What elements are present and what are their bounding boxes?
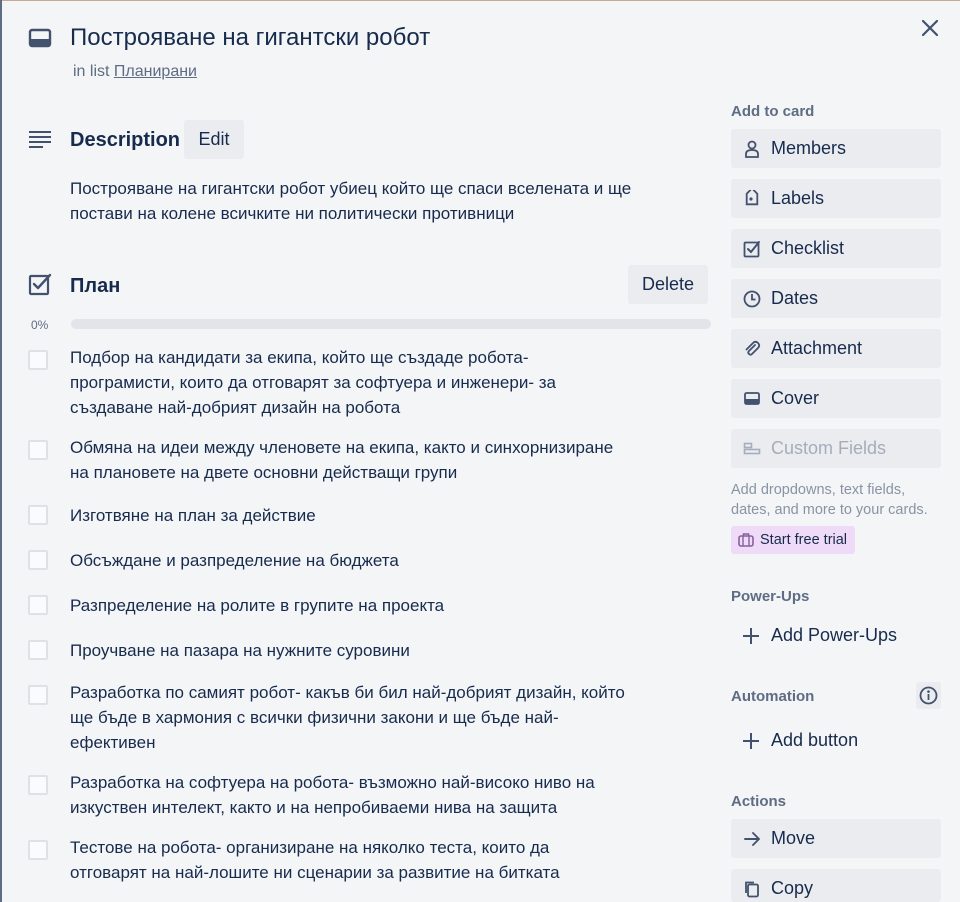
checklist-item-checkbox[interactable] [28,440,48,460]
checklist-button[interactable]: Checklist [731,229,941,268]
checklist-item[interactable]: Разработка по самият робот- какъв би бил… [70,680,630,755]
copy-label: Copy [771,878,814,898]
dates-button[interactable]: Dates [731,279,941,318]
custom-fields-icon [743,440,761,458]
checklist-item-checkbox[interactable] [28,550,48,570]
plus-icon [741,731,761,751]
checklist-item-checkbox[interactable] [28,595,48,615]
plus-icon [741,626,761,646]
add-button-label: Add button [771,730,859,750]
in-list-line: in list Планирани [73,63,197,81]
window-top-border [0,0,960,1]
description-title: Description [70,129,181,151]
add-powerups-label: Add Power-Ups [771,625,898,645]
checklist-item[interactable]: Тестове на робота- организиране на някол… [70,835,630,885]
start-free-trial-label: Start free trial [760,532,848,548]
checklist-item[interactable]: Подбор на кандидати за екипа, който ще с… [70,345,630,420]
labels-button[interactable]: Labels [731,179,941,218]
close-icon [914,12,946,44]
custom-fields-label: Custom Fields [771,438,887,458]
powerups-label: Power-Ups [731,588,810,605]
custom-fields-hint: Add dropdowns, text fields, dates, and m… [731,482,928,518]
checklist-label: Checklist [771,238,845,258]
cover-button[interactable]: Cover [731,379,941,418]
checklist-item-checkbox[interactable] [28,350,48,370]
card-icon [28,28,52,50]
clock-icon [743,290,761,308]
cover-label: Cover [771,388,820,408]
close-button[interactable] [914,12,946,44]
actions-label: Actions [731,793,787,810]
arrow-right-icon [743,830,761,848]
automation-info-button[interactable] [916,682,941,709]
checklist-item[interactable]: Обмяна на идеи между членовете на екипа,… [70,435,630,485]
copy-button[interactable]: Copy [731,869,941,902]
description-icon [28,130,52,150]
edit-description-button[interactable]: Edit [184,120,244,159]
members-button[interactable]: Members [731,129,941,168]
move-button[interactable]: Move [731,819,941,858]
window-left-border [0,0,2,902]
description-text[interactable]: Построяване на гигантски робот убиец кой… [70,176,670,226]
paperclip-icon [743,340,761,358]
checklist-item[interactable]: Разпределение на ролите в групите на про… [70,593,630,618]
checkbox-icon [743,240,761,258]
members-label: Members [771,138,847,158]
checklist-item[interactable]: Разработка на софтуера на робота- възмож… [70,770,630,820]
custom-fields-button[interactable]: Custom Fields [731,429,941,468]
dates-label: Dates [771,288,819,308]
copy-icon [743,880,761,898]
checklist-item[interactable]: Проучване на пазара на нужните суровини [70,638,630,663]
checklist-item-checkbox[interactable] [28,840,48,860]
cover-icon [743,390,761,408]
in-list-prefix: in list [73,63,110,80]
add-button-button[interactable]: Add button [731,721,941,760]
checklist-item[interactable]: Изготвяне на план за действие [70,503,630,528]
labels-label: Labels [771,188,825,208]
attachment-label: Attachment [771,338,863,358]
attachment-button[interactable]: Attachment [731,329,941,368]
checklist-item[interactable]: Обсъждане и разпределение на бюджета [70,548,630,573]
checklist-item-checkbox[interactable] [28,505,48,525]
add-powerups-button[interactable]: Add Power-Ups [731,616,941,655]
add-to-card-label: Add to card [731,103,815,120]
briefcase-icon [738,532,754,548]
checklist-icon [28,272,52,296]
delete-checklist-button[interactable]: Delete [628,265,708,304]
checklist-item-checkbox[interactable] [28,640,48,660]
tag-icon [743,190,761,208]
progress-percent: 0% [31,318,49,332]
progress-bar [71,319,711,329]
move-label: Move [771,828,816,848]
list-link[interactable]: Планирани [114,63,197,80]
checklist-item-checkbox[interactable] [28,775,48,795]
person-icon [743,140,761,158]
start-free-trial-button[interactable]: Start free trial [731,526,855,554]
checklist-item-checkbox[interactable] [28,685,48,705]
automation-label: Automation [731,688,815,705]
card-title[interactable]: Построяване на гигантски робот [70,24,430,52]
checklist-title[interactable]: План [70,275,120,298]
